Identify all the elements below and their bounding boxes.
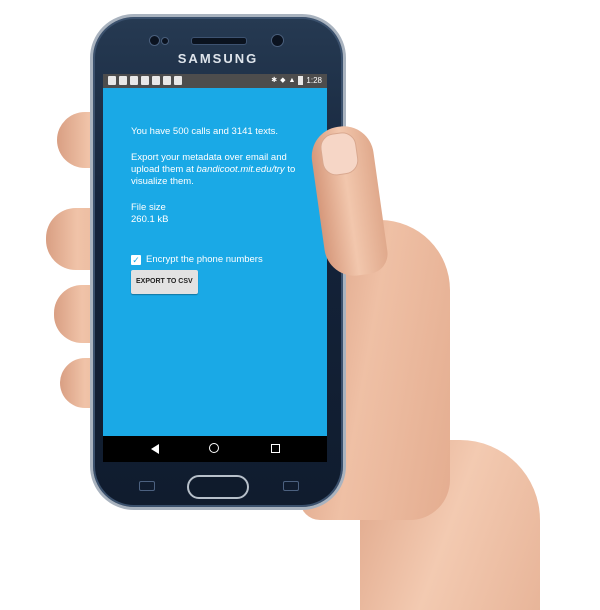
bandicoot-link[interactable]: bandicoot.mit.edu/try [197,164,285,175]
file-size-label: File size [131,202,166,213]
encrypt-option[interactable]: ✓ Encrypt the phone numbers [131,254,311,266]
notification-icon [130,76,138,85]
notification-icons [108,76,182,85]
signal-icon: ▲ [288,77,296,84]
wifi-icon: ◆ [280,77,286,84]
bluetooth-icon: ✱ [271,77,278,84]
notification-icon [163,76,171,85]
system-icons: ✱ ◆ ▲ 1:28 [271,76,322,85]
status-clock: 1:28 [306,76,322,85]
encrypt-checkbox[interactable]: ✓ [131,255,141,265]
export-instructions: Export your metadata over email and uplo… [131,152,311,188]
navigation-bar [103,436,327,462]
brand-logo: SAMSUNG [177,51,259,66]
home-button[interactable] [187,475,249,499]
notification-icon [174,76,182,85]
back-icon[interactable] [151,444,159,454]
encrypt-label: Encrypt the phone numbers [146,254,263,265]
notification-icon [108,76,116,85]
recent-apps-key[interactable] [139,481,155,491]
sensor-icon [149,35,160,46]
sensor-icon [161,37,169,45]
back-key[interactable] [283,481,299,491]
notification-icon [152,76,160,85]
front-camera-icon [271,34,284,47]
recent-apps-icon[interactable] [271,444,280,453]
export-panel: You have 500 calls and 3141 texts. Expor… [131,126,311,294]
usage-summary: You have 500 calls and 3141 texts. [131,126,279,137]
battery-icon [298,76,304,85]
earpiece-speaker [191,37,247,45]
home-icon[interactable] [209,443,219,453]
thumbnail [318,130,361,178]
phone-screen: ✱ ◆ ▲ 1:28 You have 500 calls and 3141 t… [103,74,327,462]
export-to-csv-button[interactable]: EXPORT TO CSV [131,270,198,294]
notification-icon [119,76,127,85]
mail-icon [141,76,149,85]
smartphone: SAMSUNG ✱ ◆ ▲ 1:28 You have 500 calls an… [90,14,346,510]
status-bar: ✱ ◆ ▲ 1:28 [103,74,327,88]
file-size-value: 260.1 kB [131,214,169,225]
